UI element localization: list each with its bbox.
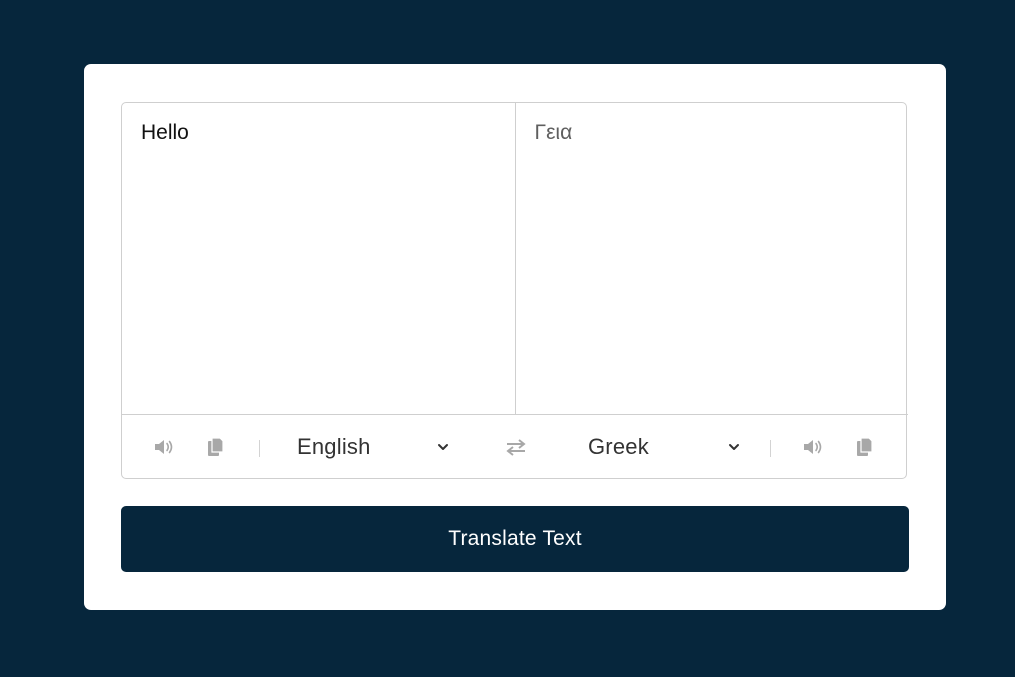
from-language-label: English xyxy=(297,434,371,459)
to-divider xyxy=(770,440,771,457)
translator-card: Hello Γεια English Greek Translate Text xyxy=(84,64,946,610)
from-language-select[interactable]: English xyxy=(297,429,457,465)
to-copy-icon[interactable] xyxy=(853,436,877,458)
from-text-area[interactable]: Hello xyxy=(122,103,516,414)
to-volume-icon[interactable] xyxy=(803,436,827,458)
exchange-icon[interactable] xyxy=(504,437,528,457)
to-language-label: Greek xyxy=(588,434,649,459)
from-volume-icon[interactable] xyxy=(154,436,178,458)
from-divider xyxy=(259,440,260,457)
to-language-select[interactable]: Greek xyxy=(588,429,748,465)
to-chevron-down-icon xyxy=(729,444,739,450)
from-copy-icon[interactable] xyxy=(204,436,228,458)
translator-wrapper: Hello Γεια English Greek xyxy=(121,102,908,479)
text-input-area: Hello Γεια xyxy=(122,103,908,415)
controls-row: English Greek xyxy=(122,415,906,478)
translate-button[interactable]: Translate Text xyxy=(121,506,909,572)
from-chevron-down-icon xyxy=(438,444,448,450)
to-text-area[interactable]: Γεια xyxy=(516,103,909,414)
